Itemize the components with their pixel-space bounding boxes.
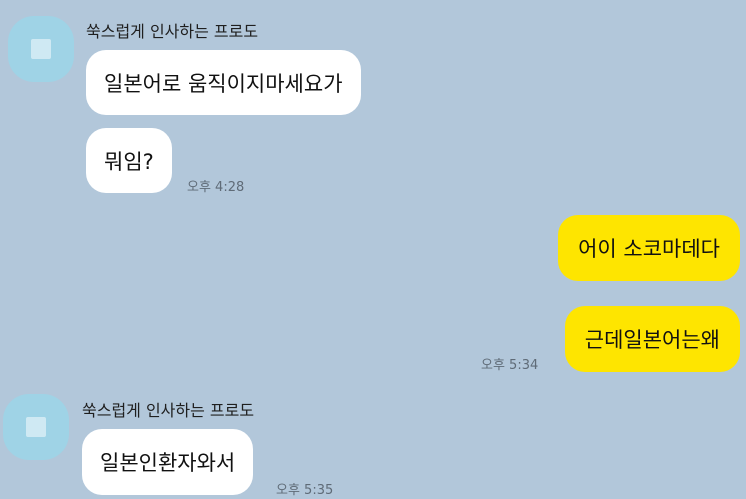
message-time: 오후 5:34 [481, 358, 539, 373]
message-bubble-outgoing[interactable]: 어이 소코마데다 [558, 215, 740, 281]
message-bubble-incoming[interactable]: 일본어로 움직이지마세요가 [86, 50, 361, 115]
avatar[interactable] [8, 16, 74, 82]
sender-name: 쑥스럽게 인사하는 프로도 [86, 22, 259, 41]
message-bubble-incoming[interactable]: 일본인환자와서 [82, 429, 254, 495]
message-time: 오후 4:28 [187, 180, 245, 195]
message-bubble-outgoing[interactable]: 근데일본어는왜 [564, 306, 740, 372]
message-time: 오후 5:35 [276, 483, 334, 498]
chat-room: 쑥스럽게 인사하는 프로도 일본어로 움직이지마세요가 뭐임? 오후 4:28 … [0, 0, 746, 499]
avatar[interactable] [3, 394, 69, 460]
message-bubble-incoming[interactable]: 뭐임? [86, 128, 172, 193]
profile-placeholder-icon [31, 39, 51, 59]
profile-placeholder-icon [26, 417, 46, 437]
sender-name: 쑥스럽게 인사하는 프로도 [82, 401, 255, 420]
